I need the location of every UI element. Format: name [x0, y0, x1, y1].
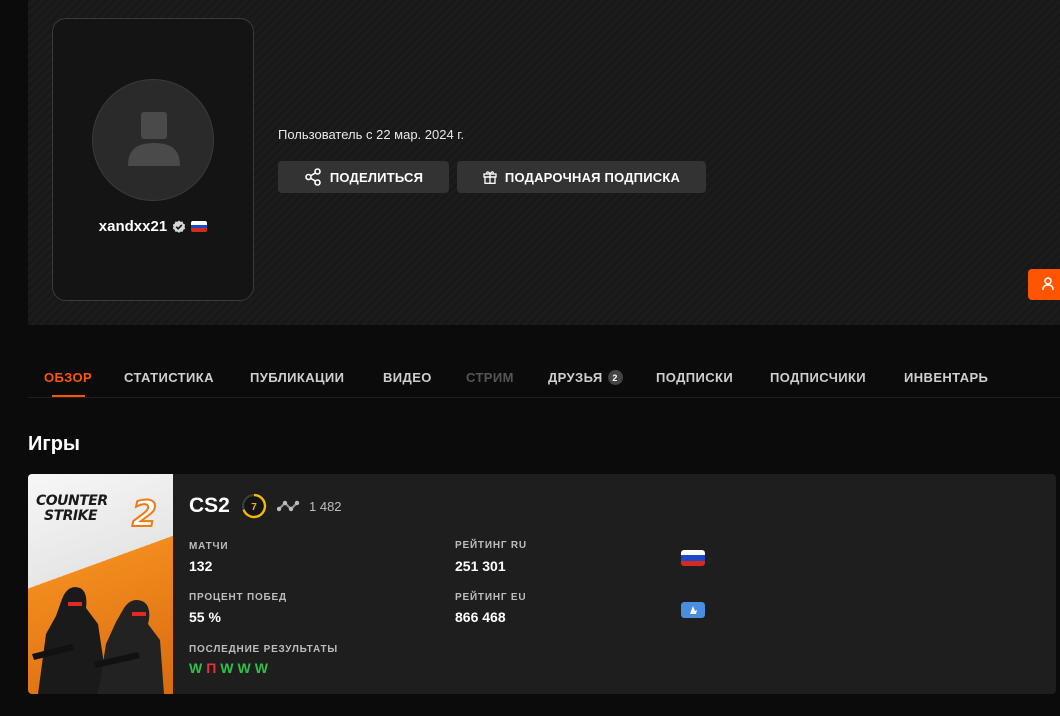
tab-label: ИНВЕНТАРЬ [904, 370, 989, 385]
tab-friends[interactable]: ДРУЗЬЯ 2 [548, 370, 623, 385]
tab-statistics[interactable]: СТАТИСТИКА [124, 370, 214, 385]
tab-label: СТАТИСТИКА [124, 370, 214, 385]
game-title: CS2 [189, 494, 230, 517]
share-icon [305, 168, 321, 186]
tab-label: ПОДПИСЧИКИ [770, 370, 867, 385]
rating-ru-value: 251 301 [455, 558, 506, 574]
profile-card: xandxx21 [52, 18, 254, 301]
rating-eu-value: 866 468 [455, 609, 506, 625]
share-button[interactable]: ПОДЕЛИТЬСЯ [278, 161, 449, 193]
tab-stream: СТРИМ [466, 370, 514, 385]
verified-icon [172, 220, 186, 233]
gift-subscription-label: ПОДАРОЧНАЯ ПОДПИСКА [504, 169, 681, 185]
username-row: xandxx21 [53, 218, 253, 235]
winrate-label: ПРОЦЕНТ ПОБЕД [189, 592, 287, 603]
eu-region-icon [681, 602, 705, 618]
add-friend-icon [1042, 277, 1054, 291]
result-win: W [254, 660, 268, 676]
russia-flag-icon [191, 221, 208, 232]
user-silhouette-icon [128, 112, 180, 166]
recent-results: W П W W W [189, 660, 268, 676]
cs2-cover-image: COUNTER STRIKE 2 [28, 474, 173, 694]
share-button-label: ПОДЕЛИТЬСЯ [329, 169, 424, 185]
result-win: W [237, 660, 251, 676]
tab-label: ВИДЕО [383, 370, 432, 385]
matches-label: МАТЧИ [189, 541, 229, 552]
result-loss: П [206, 660, 217, 676]
games-section-title: Игры [28, 433, 81, 455]
tab-subscribers[interactable]: ПОДПИСЧИКИ [770, 370, 866, 385]
game-card-cs2[interactable]: COUNTER STRIKE 2 CS2 7 1 482 МАТЧИ 132 П… [28, 474, 1056, 694]
member-since: Пользователь с 22 мар. 2024 г. [278, 127, 465, 142]
tab-label: ПОДПИСКИ [656, 370, 734, 385]
matches-value: 132 [189, 558, 213, 574]
tab-publications[interactable]: ПУБЛИКАЦИИ [250, 370, 344, 385]
profile-tabs: ОБЗОР СТАТИСТИКА ПУБЛИКАЦИИ ВИДЕО СТРИМ … [28, 362, 1060, 398]
result-win: W [220, 660, 234, 676]
logo-digit: 2 [131, 493, 158, 536]
tab-label: ПУБЛИКАЦИИ [250, 370, 345, 385]
rating-ru-label: РЕЙТИНГ RU [455, 540, 527, 551]
tab-label: СТРИМ [466, 370, 514, 385]
gift-subscription-button[interactable]: ПОДАРОЧНАЯ ПОДПИСКА [457, 161, 706, 193]
tab-video[interactable]: ВИДЕО [383, 370, 432, 385]
recent-results-label: ПОСЛЕДНИЕ РЕЗУЛЬТАТЫ [189, 644, 338, 655]
result-win: W [189, 660, 203, 676]
russia-flag-icon [681, 550, 705, 566]
gift-icon [483, 171, 497, 184]
add-friend-button[interactable] [1028, 269, 1060, 300]
tab-label: ОБЗОР [44, 370, 93, 385]
tab-inventory[interactable]: ИНВЕНТАРЬ [904, 370, 988, 385]
rating-eu-label: РЕЙТИНГ EU [455, 592, 527, 603]
soldiers-artwork [32, 587, 164, 694]
skill-level-badge: 7 [241, 493, 267, 519]
elo-graph-icon [277, 500, 300, 512]
tab-overview[interactable]: ОБЗОР [44, 370, 92, 385]
tab-subscriptions[interactable]: ПОДПИСКИ [656, 370, 733, 385]
winrate-value: 55 % [189, 609, 221, 625]
skill-level-value: 7 [251, 502, 257, 513]
tab-label: ДРУЗЬЯ [548, 370, 603, 385]
avatar[interactable] [92, 79, 214, 201]
username: xandxx21 [98, 218, 168, 235]
friends-count-badge: 2 [607, 370, 623, 385]
active-tab-indicator [52, 395, 85, 397]
cs2-logo: COUNTER STRIKE 2 [36, 493, 168, 536]
elo-value: 1 482 [309, 499, 342, 514]
